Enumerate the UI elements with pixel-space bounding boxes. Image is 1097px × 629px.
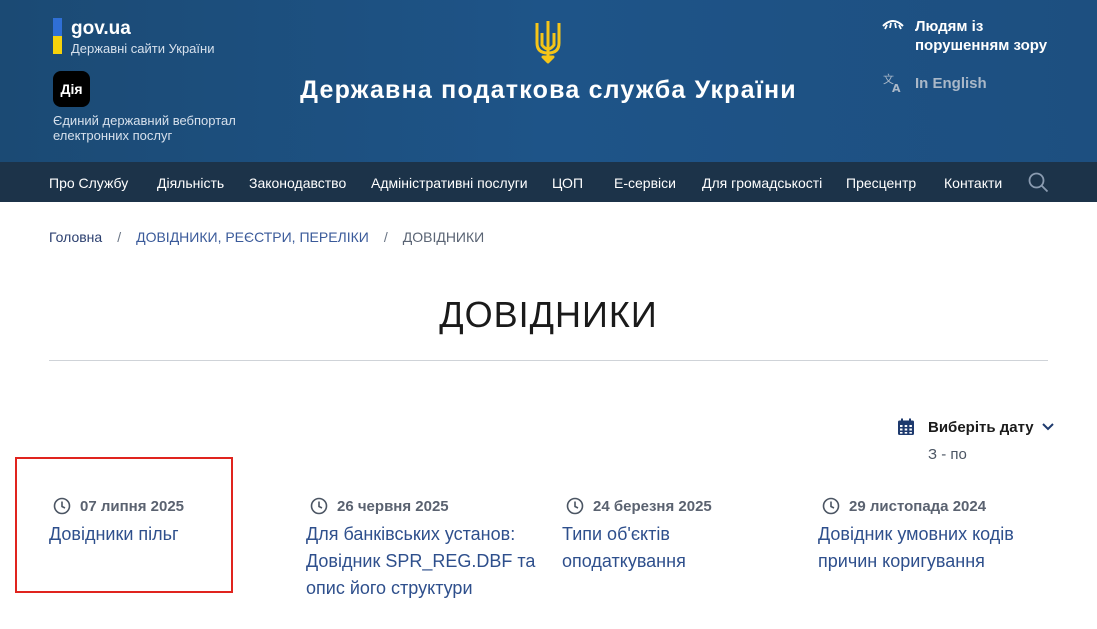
item-title-link[interactable]: Типи об'єктів оподаткування [562, 521, 796, 575]
clock-icon [566, 497, 584, 515]
item-date: 26 червня 2025 [337, 497, 449, 515]
trident-icon [535, 21, 561, 64]
item-title-link[interactable]: Для банківських установ: Довідник SPR_RE… [306, 521, 540, 602]
language-switch[interactable]: 文 A In English [882, 72, 987, 96]
calendar-icon [898, 418, 914, 435]
ukraine-flag-icon [53, 18, 62, 54]
nav-item-about[interactable]: Про Службу [49, 175, 128, 191]
breadcrumb-separator: / [383, 229, 388, 245]
language-label: In English [915, 75, 987, 92]
breadcrumb-current: ДОВІДНИКИ [402, 229, 485, 245]
nav-item-tsop[interactable]: ЦОП [552, 175, 583, 191]
site-header: gov.ua Державні сайти України Дія Єдиний… [0, 0, 1097, 162]
main-navigation: Про Службу Діяльність Законодавство Адмі… [0, 162, 1097, 202]
accessibility-link[interactable]: Людям із порушенням зору [882, 17, 1055, 55]
date-filter-label: Виберіть дату [928, 418, 1034, 436]
date-range-text[interactable]: З - по [928, 446, 967, 463]
list-item: 29 листопада 2024 Довідник умовних кодів… [818, 497, 1052, 575]
breadcrumb-home[interactable]: Головна [49, 229, 102, 245]
breadcrumb: Головна / ДОВІДНИКИ, РЕЄСТРИ, ПЕРЕЛІКИ /… [49, 229, 484, 245]
nav-item-admin-services[interactable]: Адміністративні послуги [371, 175, 528, 191]
translate-icon: 文 A [883, 72, 901, 94]
breadcrumb-section[interactable]: ДОВІДНИКИ, РЕЄСТРИ, ПЕРЕЛІКИ [136, 229, 369, 245]
title-divider [49, 360, 1048, 361]
nav-item-contacts[interactable]: Контакти [944, 175, 1002, 191]
item-date: 24 березня 2025 [593, 497, 712, 515]
search-icon[interactable] [1028, 172, 1049, 193]
nav-item-activity[interactable]: Діяльність [157, 175, 224, 191]
page-title: ДОВІДНИКИ [439, 294, 658, 335]
gov-ua-subtitle: Державні сайти України [71, 41, 215, 56]
list-item: 24 березня 2025 Типи об'єктів оподаткува… [562, 497, 796, 575]
gov-ua-link[interactable]: gov.ua Державні сайти України [53, 18, 214, 57]
nav-item-press-center[interactable]: Пресцентр [846, 175, 916, 191]
diia-portal-text[interactable]: Єдиний державний вебпортал електронних п… [53, 113, 273, 143]
item-title-link[interactable]: Довідник умовних кодів причин коригуванн… [818, 521, 1052, 575]
breadcrumb-separator: / [117, 229, 122, 245]
eye-icon [882, 20, 904, 30]
nav-item-e-services[interactable]: Е-сервіси [614, 175, 676, 191]
list-item: 26 червня 2025 Для банківських установ: … [306, 497, 540, 602]
item-date: 29 листопада 2024 [849, 497, 987, 515]
date-filter-toggle[interactable]: Виберіть дату [897, 418, 1054, 436]
accessibility-label: Людям із порушенням зору [915, 18, 1048, 54]
gov-ua-name: gov.ua [71, 18, 131, 39]
clock-icon [310, 497, 328, 515]
svg-text:A: A [892, 82, 901, 94]
nav-item-public[interactable]: Для громадськості [702, 175, 822, 191]
nav-item-legislation[interactable]: Законодавство [249, 175, 346, 191]
highlight-box [15, 457, 233, 593]
chevron-down-icon [1041, 423, 1054, 431]
clock-icon [822, 497, 840, 515]
